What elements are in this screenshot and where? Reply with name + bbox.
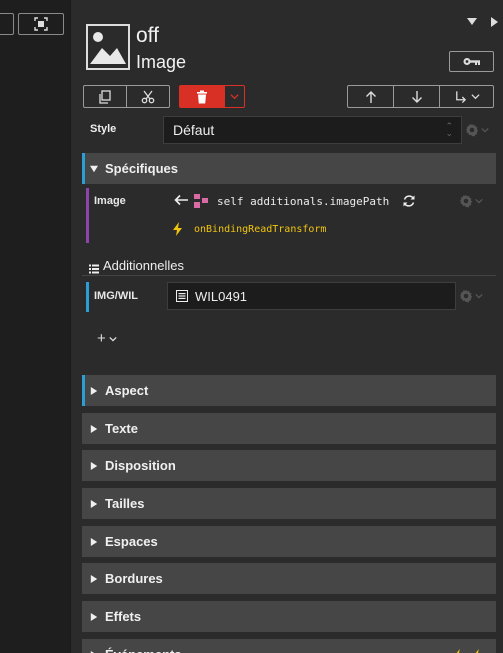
style-gear-button[interactable] (465, 123, 489, 137)
img-wil-field[interactable]: WIL0491 (167, 282, 456, 310)
additionals-title: Additionnelles (103, 258, 184, 273)
img-wil-gear-button[interactable] (459, 289, 483, 303)
style-value: Défaut (173, 122, 215, 138)
fit-screen-icon (34, 17, 48, 31)
field-indicator (86, 282, 89, 312)
section-tailles[interactable]: Tailles (82, 488, 496, 519)
object-name: off (136, 24, 159, 47)
list-icon (89, 261, 99, 274)
section-espaces[interactable]: Espaces (82, 526, 496, 557)
reparent-icon (455, 90, 466, 103)
move-up-button[interactable] (348, 86, 394, 107)
binding-path[interactable]: self additionals.imagePath (217, 195, 389, 208)
style-select[interactable]: Défaut ⌃ ⌄ (163, 116, 462, 144)
gear-icon (465, 123, 479, 137)
panel-expand-button[interactable] (491, 17, 503, 29)
copy-icon (99, 89, 111, 104)
cut-button[interactable] (127, 86, 170, 107)
bolt-icon (454, 646, 464, 653)
caret-right-icon (491, 17, 498, 27)
chevron-down-icon (109, 336, 117, 342)
section-specifics-label: Spécifiques (105, 161, 178, 176)
section-evenements[interactable]: Événements (82, 639, 496, 653)
caret-right-icon (90, 499, 98, 508)
refresh-icon (403, 195, 415, 207)
refresh-binding-button[interactable] (402, 194, 416, 208)
bolt-icon (473, 646, 483, 653)
style-label: Style (90, 123, 117, 135)
section-label: Tailles (105, 496, 145, 511)
structure-icon (193, 193, 209, 209)
caret-right-icon (90, 386, 98, 395)
section-label: Disposition (105, 458, 176, 473)
section-bordures[interactable]: Bordures (82, 563, 496, 594)
delete-toolbar (179, 85, 245, 108)
section-label: Bordures (105, 571, 163, 586)
binding-indicator (86, 188, 89, 243)
move-toolbar (347, 85, 494, 108)
section-disposition[interactable]: Disposition (82, 450, 496, 481)
caret-down-icon (467, 18, 477, 25)
section-texte[interactable]: Texte (82, 413, 496, 444)
caret-right-icon (90, 424, 98, 433)
fit-screen-button[interactable] (18, 13, 64, 35)
divider (82, 275, 496, 276)
canvas-area (0, 0, 70, 653)
scissors-icon (141, 90, 155, 103)
chevron-down-icon (230, 94, 239, 100)
add-property-button[interactable]: + (97, 330, 117, 347)
chevron-down-icon (475, 293, 483, 299)
trash-icon (197, 90, 207, 103)
chevron-down-icon (481, 127, 489, 133)
key-button[interactable] (449, 51, 494, 72)
panel-menu-button[interactable] (467, 17, 481, 29)
image-gear-button[interactable] (459, 194, 483, 208)
arrow-down-icon (411, 90, 422, 103)
key-icon (463, 58, 480, 65)
reparent-button[interactable] (440, 86, 493, 107)
copy-button[interactable] (84, 86, 127, 107)
move-down-button[interactable] (394, 86, 440, 107)
section-aspect[interactable]: Aspect (82, 375, 496, 406)
plus-icon: + (97, 330, 106, 347)
inspector-panel: off Image Style Défaut ⌃ ⌄ Spécifiques I… (70, 0, 503, 653)
section-label: Événements (105, 647, 182, 653)
image-property-label: Image (94, 195, 126, 207)
section-label: Aspect (105, 383, 149, 398)
bolt-icon (172, 222, 184, 236)
gear-icon (459, 289, 473, 303)
text-field-icon (176, 290, 188, 302)
binding-direction-icon (173, 193, 189, 207)
section-label: Espaces (105, 534, 158, 549)
select-arrows-icon: ⌃ ⌄ (445, 121, 453, 138)
gear-icon (459, 194, 473, 208)
caret-right-icon (90, 461, 98, 470)
img-wil-value: WIL0491 (195, 288, 248, 304)
caret-down-icon (90, 165, 98, 172)
section-specifics[interactable]: Spécifiques (82, 153, 496, 184)
object-type: Image (136, 52, 187, 72)
caret-right-icon (90, 612, 98, 621)
delete-button[interactable] (180, 86, 225, 107)
section-effets[interactable]: Effets (82, 601, 496, 632)
section-label: Texte (105, 421, 138, 436)
caret-right-icon (90, 574, 98, 583)
arrow-up-icon (365, 90, 376, 103)
delete-options-button[interactable] (225, 86, 244, 107)
section-label: Effets (105, 609, 142, 624)
transform-handler-link[interactable]: onBindingReadTransform (194, 224, 326, 235)
img-wil-label: IMG/WIL (94, 290, 138, 302)
image-type-icon (86, 24, 130, 70)
canvas-tool-button[interactable] (0, 13, 14, 35)
caret-right-icon (90, 537, 98, 546)
chevron-down-icon (470, 94, 480, 100)
chevron-down-icon (475, 198, 483, 204)
edit-toolbar (83, 85, 170, 108)
